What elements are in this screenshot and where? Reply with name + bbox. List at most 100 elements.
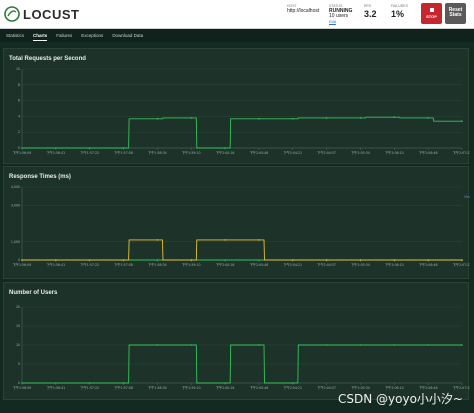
data-point [427, 259, 429, 261]
x-tick-label: 下午2:07:23 [453, 262, 470, 267]
data-point [258, 239, 260, 241]
x-tick-label: 下午1:59:10 [182, 385, 201, 390]
legend-label: Med [464, 195, 470, 199]
x-tick-label: 下午2:04:21 [283, 150, 302, 155]
x-tick-label: 下午2:05:34 [351, 150, 370, 155]
data-point [291, 117, 294, 120]
y-tick-label: 10 [16, 343, 20, 347]
x-tick-label: 下午2:07:23 [453, 150, 470, 155]
data-point [224, 382, 226, 384]
y-tick-label: 15 [16, 324, 20, 328]
x-tick-label: 下午1:59:10 [182, 262, 201, 267]
data-point [190, 344, 193, 346]
tab-failures[interactable]: Failures [56, 31, 72, 40]
x-tick-label: 下午1:58:34 [148, 150, 167, 155]
x-tick-label: 下午2:00:16 [216, 262, 235, 267]
y-tick-label: 4 [18, 114, 20, 118]
y-tick-label: 4,000 [11, 185, 20, 189]
users-chart-panel: Number of Users 0 5 10 15 20 下午1:56:09 下午1:56:… [3, 282, 470, 400]
x-tick-label: 下午1:57:22 [80, 150, 99, 155]
data-point [122, 147, 125, 149]
data-point [156, 117, 159, 120]
stop-icon [429, 8, 434, 12]
y-tick-label: 2 [18, 130, 20, 134]
x-tick-label: 下午1:57:22 [80, 385, 99, 390]
y-tick-label: 0 [18, 146, 20, 150]
x-tick-label: 下午1:56:41 [47, 150, 66, 155]
data-point [88, 259, 91, 261]
x-tick-label: 下午2:04:21 [283, 262, 302, 267]
data-point [156, 239, 159, 241]
data-point [461, 344, 463, 346]
data-point [291, 259, 294, 261]
data-point [359, 344, 362, 346]
y-tick-label: 8 [18, 83, 20, 87]
y-tick-label: 10 [16, 67, 20, 71]
y-tick-label: 3,000 [11, 203, 20, 207]
x-tick-label: 下午1:56:09 [13, 150, 32, 155]
x-tick-label: 下午1:57:22 [80, 262, 99, 267]
x-tick-label: 下午2:04:21 [283, 385, 302, 390]
series-line-95- [22, 239, 462, 261]
data-point [190, 117, 193, 119]
data-point [258, 344, 260, 346]
x-tick-label: 下午1:56:09 [13, 385, 32, 390]
data-point [291, 382, 294, 384]
x-tick-label: 下午1:56:09 [13, 262, 32, 267]
host-value: http://localhost [287, 8, 320, 14]
brand-name: LOCUST [23, 6, 80, 22]
y-tick-label: 1,000 [11, 240, 20, 244]
tab-charts[interactable]: Charts [33, 31, 48, 41]
data-point [88, 382, 91, 384]
x-tick-label: 下午1:58:34 [148, 385, 167, 390]
data-point [393, 116, 396, 118]
data-point [359, 259, 362, 261]
x-tick-label: 下午2:04:57 [317, 385, 336, 390]
data-point [156, 344, 159, 346]
data-point [21, 259, 23, 261]
data-point [393, 344, 396, 346]
host-stat: HOST http://localhost [287, 4, 319, 14]
x-tick-label: 下午1:56:41 [47, 385, 66, 390]
data-point [427, 344, 429, 346]
data-point [325, 344, 328, 346]
tab-exceptions[interactable]: Exceptions [81, 31, 103, 40]
data-point [224, 147, 226, 149]
users-chart: 0 5 10 15 20 下午1:56:09 下午1:56:41 下午1:57:22 下午1:5… [13, 305, 470, 390]
series-line-rps [22, 116, 462, 149]
stop-button[interactable]: STOP [421, 3, 442, 24]
data-point [427, 117, 429, 119]
edit-link[interactable]: Edit [329, 19, 352, 24]
data-point [55, 382, 57, 384]
tab-download-data[interactable]: Download Data [112, 31, 143, 40]
x-tick-label: 下午2:00:46 [250, 262, 269, 267]
y-tick-label: 0 [18, 381, 20, 385]
data-point [55, 147, 57, 149]
x-tick-label: 下午2:04:57 [317, 262, 336, 267]
tab-statistics[interactable]: Statistics [6, 31, 24, 40]
rps-value: 3.2 [364, 9, 377, 19]
top-bar: LOCUST HOST http://localhost STATUS RUNN… [0, 0, 474, 29]
x-tick-label: 下午2:06:46 [419, 150, 438, 155]
x-tick-label: 下午2:06:10 [385, 262, 404, 267]
failures-value: 1% [391, 9, 405, 19]
data-point [258, 259, 260, 261]
locust-logo-icon [4, 6, 20, 22]
status-stat: STATUS RUNNING 10 users Edit [329, 4, 352, 24]
data-point [359, 117, 362, 119]
tab-bar: Statistics Charts Failures Exceptions Do… [0, 29, 474, 42]
x-tick-label: 下午2:04:57 [317, 150, 336, 155]
x-tick-label: 下午1:57:58 [114, 385, 133, 390]
data-point [258, 117, 260, 120]
response-time-chart: 0 1,000 3,000 4,000 下午1:56:09 下午1:56:41 下午1:57… [11, 185, 470, 267]
stop-label: STOP [426, 14, 437, 19]
x-tick-label: 下午1:57:58 [114, 150, 133, 155]
x-tick-label: 下午2:06:10 [385, 150, 404, 155]
data-point [122, 259, 125, 261]
reset-stats-button[interactable]: Reset Stats [445, 3, 466, 24]
data-point [156, 259, 159, 261]
x-tick-label: 下午2:00:16 [216, 385, 235, 390]
data-point [224, 259, 226, 261]
x-tick-label: 下午2:06:46 [419, 262, 438, 267]
logo: LOCUST [4, 6, 79, 22]
